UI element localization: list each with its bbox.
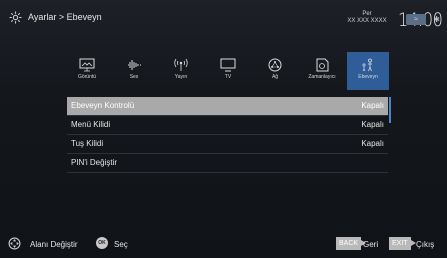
tab-tv[interactable]: TV bbox=[206, 52, 250, 90]
tab-label: Ağ bbox=[271, 74, 279, 80]
tab-broadcast[interactable]: Yayın bbox=[159, 52, 203, 90]
gear-icon bbox=[9, 11, 22, 24]
menu-item-value: Kapalı bbox=[361, 101, 384, 110]
back-key[interactable]: BACK bbox=[336, 237, 367, 250]
picture-icon bbox=[79, 58, 95, 72]
tab-network[interactable]: Ağ bbox=[253, 52, 297, 90]
menu-item-key-lock[interactable]: Tuş Kilidi Kapalı bbox=[67, 135, 388, 154]
tv-icon bbox=[220, 58, 236, 72]
category-tabs: Görüntü Ses Yayın TV Ağ Zamanlayıcı Ebev… bbox=[65, 52, 389, 90]
date-day: Per bbox=[362, 11, 372, 17]
network-icon bbox=[268, 58, 282, 72]
ok-key-icon: OK bbox=[96, 237, 108, 249]
tab-label: Görüntü bbox=[77, 74, 97, 80]
menu-item-label: PIN'i Değiştir bbox=[71, 158, 117, 167]
date-value: XX XXX XXXX bbox=[347, 18, 387, 24]
timer-icon bbox=[316, 58, 329, 72]
tab-label: TV bbox=[224, 74, 232, 80]
menu-item-change-pin[interactable]: PIN'i Değiştir bbox=[67, 154, 388, 173]
menu-item-value: Kapalı bbox=[361, 139, 384, 148]
date: Per XX XXX XXXX bbox=[340, 11, 394, 25]
menu-item-label: Menü Kilidi bbox=[71, 120, 111, 129]
tab-timer[interactable]: Zamanlayıcı bbox=[300, 52, 344, 90]
dpad-icon bbox=[8, 237, 21, 250]
menu-item-parental-control[interactable]: Ebeveyn Kontrolü Kapalı bbox=[67, 97, 388, 116]
footer: Alanı Değiştir OK Seç BACK Geri EXIT Çık… bbox=[0, 230, 447, 258]
tab-label: Ses bbox=[129, 74, 139, 80]
navigate-hint: Alanı Değiştir bbox=[30, 240, 78, 249]
tab-label: Zamanlayıcı bbox=[308, 74, 336, 80]
select-hint: Seç bbox=[114, 240, 128, 249]
tab-sound[interactable]: Ses bbox=[112, 52, 156, 90]
tab-picture[interactable]: Görüntü bbox=[65, 52, 109, 90]
back-hint: Geri bbox=[363, 240, 379, 249]
menu-item-label: Tuş Kilidi bbox=[71, 139, 104, 148]
exit-hint: Çıkış bbox=[416, 240, 435, 249]
bluetooth-icon: ✱ bbox=[433, 15, 440, 24]
settings-list: Ebeveyn Kontrolü Kapalı Menü Kilidi Kapa… bbox=[67, 97, 388, 173]
broadcast-icon bbox=[174, 58, 188, 71]
wifi-icon: ≈ bbox=[406, 14, 426, 25]
scrollbar[interactable] bbox=[389, 97, 391, 123]
menu-item-value: Kapalı bbox=[361, 120, 384, 129]
menu-item-menu-lock[interactable]: Menü Kilidi Kapalı bbox=[67, 116, 388, 135]
parental-icon bbox=[362, 58, 372, 72]
tab-label: Ebeveyn bbox=[358, 74, 378, 80]
menu-item-label: Ebeveyn Kontrolü bbox=[71, 101, 135, 110]
settings-screen: Ayarlar > Ebeveyn Per XX XXX XXXX 14:00 … bbox=[0, 0, 447, 258]
breadcrumb: Ayarlar > Ebeveyn bbox=[28, 12, 102, 22]
exit-key[interactable]: EXIT bbox=[389, 237, 416, 250]
tab-parental[interactable]: Ebeveyn bbox=[347, 52, 389, 90]
sound-icon bbox=[128, 60, 141, 70]
header: Ayarlar > Ebeveyn Per XX XXX XXXX 14:00 … bbox=[0, 0, 447, 40]
tab-label: Yayın bbox=[174, 74, 188, 80]
